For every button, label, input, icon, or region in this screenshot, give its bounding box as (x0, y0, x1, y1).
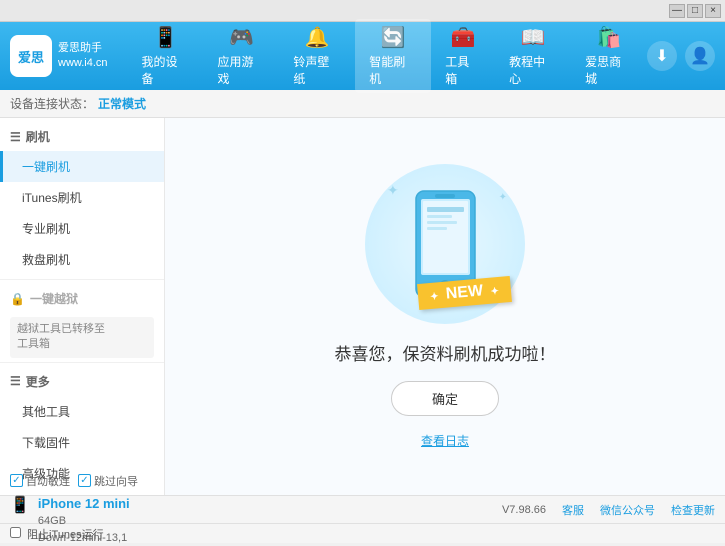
stop-itunes-checkbox[interactable]: 阻止iTunes运行 (10, 526, 104, 542)
sparkle-2: ✦ (499, 192, 507, 203)
content-area: ✦ ✦ ✦ (165, 118, 725, 495)
flash-section-icon: ☰ (10, 130, 21, 144)
ringtone-icon: 🔔 (305, 25, 330, 50)
sidebar-item-pro-flash[interactable]: 专业刷机 (0, 213, 164, 244)
auto-connect-checkbox[interactable]: ✓ 自动敏连 (10, 473, 70, 489)
device-icon: 📱 (153, 25, 178, 50)
success-message: 恭喜您，保资料刷机成功啦！ (335, 340, 556, 365)
skip-guide-checkbox[interactable]: ✓ 跳过向导 (78, 473, 138, 489)
more-section-icon: ☰ (10, 374, 21, 388)
user-button[interactable]: 👤 (685, 41, 715, 71)
version-label: V7.98.66 (502, 504, 546, 516)
sparkle-1: ✦ (387, 182, 399, 199)
checkbox-row: ✓ 自动敏连 ✓ 跳过向导 (10, 473, 138, 489)
device-name: iPhone 12 mini (38, 494, 130, 514)
customer-service-link[interactable]: 客服 (562, 502, 584, 518)
apps-icon: 🎮 (229, 25, 254, 50)
logo-icon: 爱思 (10, 35, 52, 77)
status-bar: 设备连接状态： 正常模式 (0, 90, 725, 118)
maximize-button[interactable]: □ (687, 4, 703, 18)
sidebar: ☰ 刷机 一键刷机 iTunes刷机 专业刷机 救盘刷机 🔒 一键越狱 越狱工具… (0, 118, 165, 495)
wechat-link[interactable]: 微信公众号 (600, 502, 655, 518)
nav-item-ringtone[interactable]: 🔔 铃声壁纸 (279, 19, 355, 93)
nav-right: ⬇ 👤 (647, 41, 715, 71)
sidebar-item-rescue-flash[interactable]: 救盘刷机 (0, 244, 164, 275)
sidebar-item-onekey-flash[interactable]: 一键刷机 (0, 151, 164, 182)
minimize-button[interactable]: — (669, 4, 685, 18)
logo: 爱思 爱思助手 www.i4.cn (10, 35, 108, 77)
nav-item-my-device[interactable]: 📱 我的设备 (128, 19, 204, 93)
phone-illustration: ✦ ✦ ✦ (365, 164, 525, 324)
status-value: 正常模式 (98, 95, 146, 112)
status-label: 设备连接状态： (10, 95, 94, 112)
sidebar-note-jailbreak: 越狱工具已转移至工具箱 (10, 317, 154, 358)
tutorials-icon: 📖 (521, 25, 546, 50)
check-update-link[interactable]: 检查更新 (671, 502, 715, 518)
nav-item-flash[interactable]: 🔄 智能刷机 (355, 19, 431, 93)
stop-itunes-input[interactable] (10, 527, 21, 538)
nav-item-tools[interactable]: 🧰 工具箱 (431, 19, 495, 93)
sidebar-section-flash: ☰ 刷机 一键刷机 iTunes刷机 专业刷机 救盘刷机 🔒 一键越狱 越狱工具… (0, 122, 164, 489)
sidebar-divider-1 (0, 279, 164, 280)
nav-item-tutorials[interactable]: 📖 教程中心 (495, 19, 571, 93)
hero-section: ✦ ✦ ✦ (335, 164, 556, 449)
nav-item-apps[interactable]: 🎮 应用游戏 (203, 19, 279, 93)
nav-items: 📱 我的设备 🎮 应用游戏 🔔 铃声壁纸 🔄 智能刷机 🧰 工具箱 📖 教程中心… (128, 19, 647, 93)
skip-guide-check-icon: ✓ (78, 474, 91, 487)
bottom-bar: ✓ 自动敏连 ✓ 跳过向导 📱 iPhone 12 mini 64GB Down… (0, 495, 725, 523)
main-area: ☰ 刷机 一键刷机 iTunes刷机 专业刷机 救盘刷机 🔒 一键越狱 越狱工具… (0, 118, 725, 495)
logo-text: 爱思助手 www.i4.cn (58, 41, 108, 72)
tools-icon: 🧰 (451, 25, 476, 50)
sidebar-header-jailbreak: 🔒 一键越狱 (0, 284, 164, 313)
auto-connect-check-icon: ✓ (10, 474, 23, 487)
confirm-button[interactable]: 确定 (391, 381, 499, 416)
bottom-right: V7.98.66 客服 微信公众号 检查更新 (502, 502, 715, 518)
sidebar-item-other-tools[interactable]: 其他工具 (0, 396, 164, 427)
sidebar-header-flash: ☰ 刷机 (0, 122, 164, 151)
new-badge: NEW (418, 280, 511, 306)
close-button[interactable]: × (705, 4, 721, 18)
flash-icon: 🔄 (381, 25, 406, 50)
device-phone-icon: 📱 (10, 495, 30, 515)
view-log-link[interactable]: 查看日志 (421, 432, 469, 449)
sidebar-divider-2 (0, 362, 164, 363)
new-ribbon-text: NEW (417, 276, 512, 310)
sidebar-item-itunes-flash[interactable]: iTunes刷机 (0, 182, 164, 213)
shop-icon: 🛍️ (597, 25, 622, 50)
nav-item-shop[interactable]: 🛍️ 爱思商城 (571, 19, 647, 93)
nav-bar: 爱思 爱思助手 www.i4.cn 📱 我的设备 🎮 应用游戏 🔔 铃声壁纸 🔄… (0, 22, 725, 90)
sidebar-header-more: ☰ 更多 (0, 367, 164, 396)
lock-icon: 🔒 (10, 292, 25, 306)
sidebar-item-download-firmware[interactable]: 下载固件 (0, 427, 164, 458)
download-button[interactable]: ⬇ (647, 41, 677, 71)
